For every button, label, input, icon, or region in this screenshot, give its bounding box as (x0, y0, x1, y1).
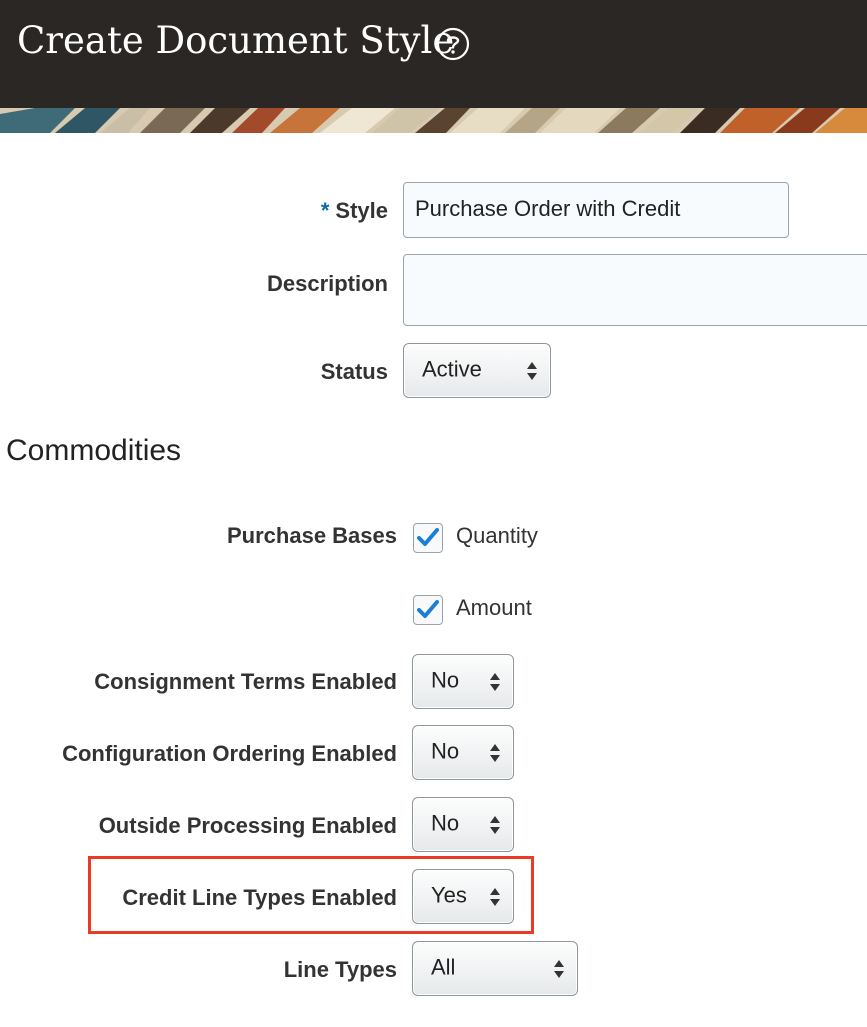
style-label: * Style (321, 197, 388, 225)
purchase-bases-label: Purchase Bases (227, 523, 397, 548)
status-label: Status (320, 359, 388, 384)
credit-line-types-select[interactable]: Yes (412, 869, 514, 924)
consignment-terms-select[interactable]: No (412, 654, 514, 709)
outside-processing-select[interactable]: No (412, 797, 514, 852)
credit-line-types-label: Credit Line Types Enabled (122, 885, 397, 910)
configuration-ordering-label: Configuration Ordering Enabled (62, 741, 397, 766)
sort-arrows-icon (490, 887, 500, 906)
amount-label: Amount (456, 595, 532, 620)
outside-processing-select-value: No (431, 810, 460, 836)
quantity-label: Quantity (456, 523, 538, 548)
consignment-terms-label: Consignment Terms Enabled (94, 669, 397, 694)
amount-checkbox[interactable] (413, 595, 443, 625)
sort-arrows-icon (490, 815, 500, 834)
configuration-ordering-select[interactable]: No (412, 725, 514, 780)
description-label: Description (266, 271, 388, 296)
required-marker: * (320, 198, 330, 223)
description-input[interactable] (403, 254, 867, 326)
status-select[interactable]: Active (403, 343, 551, 398)
sort-arrows-icon (527, 361, 537, 380)
sort-arrows-icon (490, 672, 500, 691)
style-input[interactable]: Purchase Order with Credit (403, 182, 789, 238)
section-title-commodities: Commodities (6, 434, 182, 467)
outside-processing-label: Outside Processing Enabled (98, 813, 397, 838)
line-types-select[interactable]: All (412, 941, 578, 996)
style-label-text: Style (335, 198, 388, 223)
page-header: Create Document Style (0, 0, 867, 108)
header-banner-image (0, 108, 867, 133)
configuration-ordering-select-value: No (431, 738, 460, 764)
line-types-select-value: All (431, 954, 456, 980)
quantity-checkbox[interactable] (413, 523, 443, 553)
help-circle-icon[interactable] (436, 27, 470, 61)
page-title: Create Document Style (17, 19, 455, 62)
sort-arrows-icon (554, 959, 564, 978)
line-types-label: Line Types (283, 957, 397, 982)
checkmark-icon (417, 600, 439, 618)
credit-line-types-select-value: Yes (431, 882, 467, 908)
checkmark-icon (417, 528, 439, 546)
status-select-value: Active (422, 356, 482, 382)
sort-arrows-icon (490, 743, 500, 762)
consignment-terms-select-value: No (431, 667, 460, 693)
